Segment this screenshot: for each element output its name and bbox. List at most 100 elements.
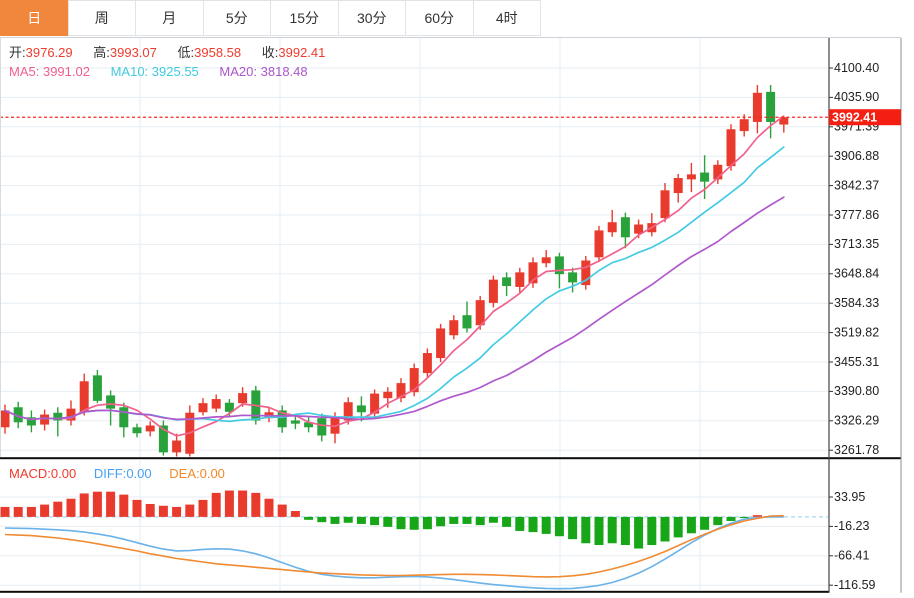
candle-body [409,368,419,393]
timeframe-tab-3[interactable]: 月 [135,0,204,36]
macd-histogram-bar [568,516,578,540]
y-axis-label: 3842.37 [834,178,879,192]
timeframe-tab-8[interactable]: 4时 [472,0,541,36]
macd-histogram-bar [594,516,604,546]
macd-histogram-bar [396,516,406,530]
macd-histogram-bar [554,516,564,537]
macd-histogram-bar [185,504,195,517]
macd-histogram-bar [66,498,76,517]
candle-body [238,393,248,404]
candle-body [449,320,459,336]
macd-histogram-bar [224,490,234,517]
y-axis-label: 3390.80 [834,384,879,398]
timeframe-tab-4[interactable]: 5分 [202,0,271,36]
timeframe-tab-1[interactable]: 日 [0,0,69,36]
candle-body [726,129,736,167]
candle-body [660,190,670,219]
macd-histogram-bar [502,516,512,527]
close-value: 3992.41 [278,45,326,60]
timeframe-tab-2[interactable]: 周 [67,0,136,36]
timeframe-tab-6[interactable]: 30分 [337,0,406,36]
macd-histogram-bar [647,516,657,546]
high-value: 3993.07 [109,45,157,60]
candle-body [145,425,155,432]
candle-body [607,222,617,233]
high-label: 高: [93,45,110,60]
y-axis-label: 3261.78 [834,443,879,457]
candle-body [198,403,208,413]
candle-body [40,414,50,425]
candle-body [356,405,366,413]
y-axis-label: 4100.40 [834,61,879,75]
timeframe-tab-7[interactable]: 60分 [405,0,474,36]
macd-histogram-bar [251,492,261,517]
macd-histogram-bar [145,504,155,517]
macd-histogram-bar [119,494,129,517]
candle-body [383,391,393,399]
candle-body [119,407,129,428]
candle-body [132,427,142,434]
macd-histogram-bar [409,516,419,530]
candle-body [0,410,10,428]
macd-value: 0.00 [50,466,77,481]
macd-histogram-bar [13,506,23,517]
candle-body [700,172,710,182]
plot-bottom-border [0,590,829,593]
timeframe-tabs: 日周月 5分 15分 30分 60分 4时 [0,0,914,36]
macd-histogram-bar [198,499,208,517]
macd-histogram-bar [660,516,670,542]
timeframe-tab-5[interactable]: 15分 [270,0,339,36]
macd-histogram-bar [713,516,723,526]
candle-body [620,217,630,238]
macd-histogram-bar [634,516,644,549]
candle-body [739,119,749,132]
macd-histogram-bar [277,504,287,517]
macd-histogram-bar [264,498,274,517]
macd-histogram-bar [739,516,749,519]
candle-body [422,353,432,374]
candle-body [436,328,446,359]
macd-histogram-bar [40,504,50,517]
macd-histogram-bar [172,506,182,517]
macd-histogram-bar [686,516,696,534]
macd-header: MACD:0.00 DIFF:0.00 DEA:0.00 [9,466,239,481]
dea-label: DEA: [169,466,200,481]
macd-axis-label: -66.41 [834,549,869,563]
macd-histogram-bar [92,491,102,517]
macd-histogram-bar [673,516,683,538]
candle-body [211,399,221,409]
macd-histogram-bar [581,516,591,544]
macd-histogram-bar [607,516,617,544]
macd-histogram-bar [356,516,366,524]
macd-histogram-bar [132,499,142,517]
candle-body [462,315,472,329]
candle-body [502,277,512,287]
ma-header: MA5: 3991.02 MA10: 3925.55 MA20: 3818.48 [9,64,325,79]
macd-histogram-bar [383,516,393,527]
candle-body [106,395,116,409]
candle-body [673,178,683,194]
macd-label: MACD: [9,466,51,481]
macd-histogram-bar [238,490,248,517]
macd-histogram-bar [462,516,472,524]
ma10-value: 3925.55 [151,64,199,79]
ma20-label: MA20: [219,64,257,79]
low-label: 低: [177,45,195,60]
y-axis-label: 3455.31 [834,355,879,369]
candle-body [92,375,102,401]
ma10-line [4,146,785,423]
macd-histogram-bar [0,506,10,517]
macd-histogram-bar [449,516,459,524]
ma10-label: MA10: [110,64,149,79]
macd-histogram-bar [475,516,485,526]
macd-histogram-bar [53,501,63,517]
last-price-marker-label: 3992.41 [832,111,877,125]
macd-axis-label: 33.95 [834,490,865,504]
y-axis-label: 4035.90 [834,90,879,104]
candle-body [317,418,327,436]
candle-body [290,420,300,424]
macd-histogram-bar [726,516,736,521]
y-axis-label: 3326.29 [834,414,879,428]
macd-histogram-bar [290,511,300,517]
candle-body [686,174,696,180]
